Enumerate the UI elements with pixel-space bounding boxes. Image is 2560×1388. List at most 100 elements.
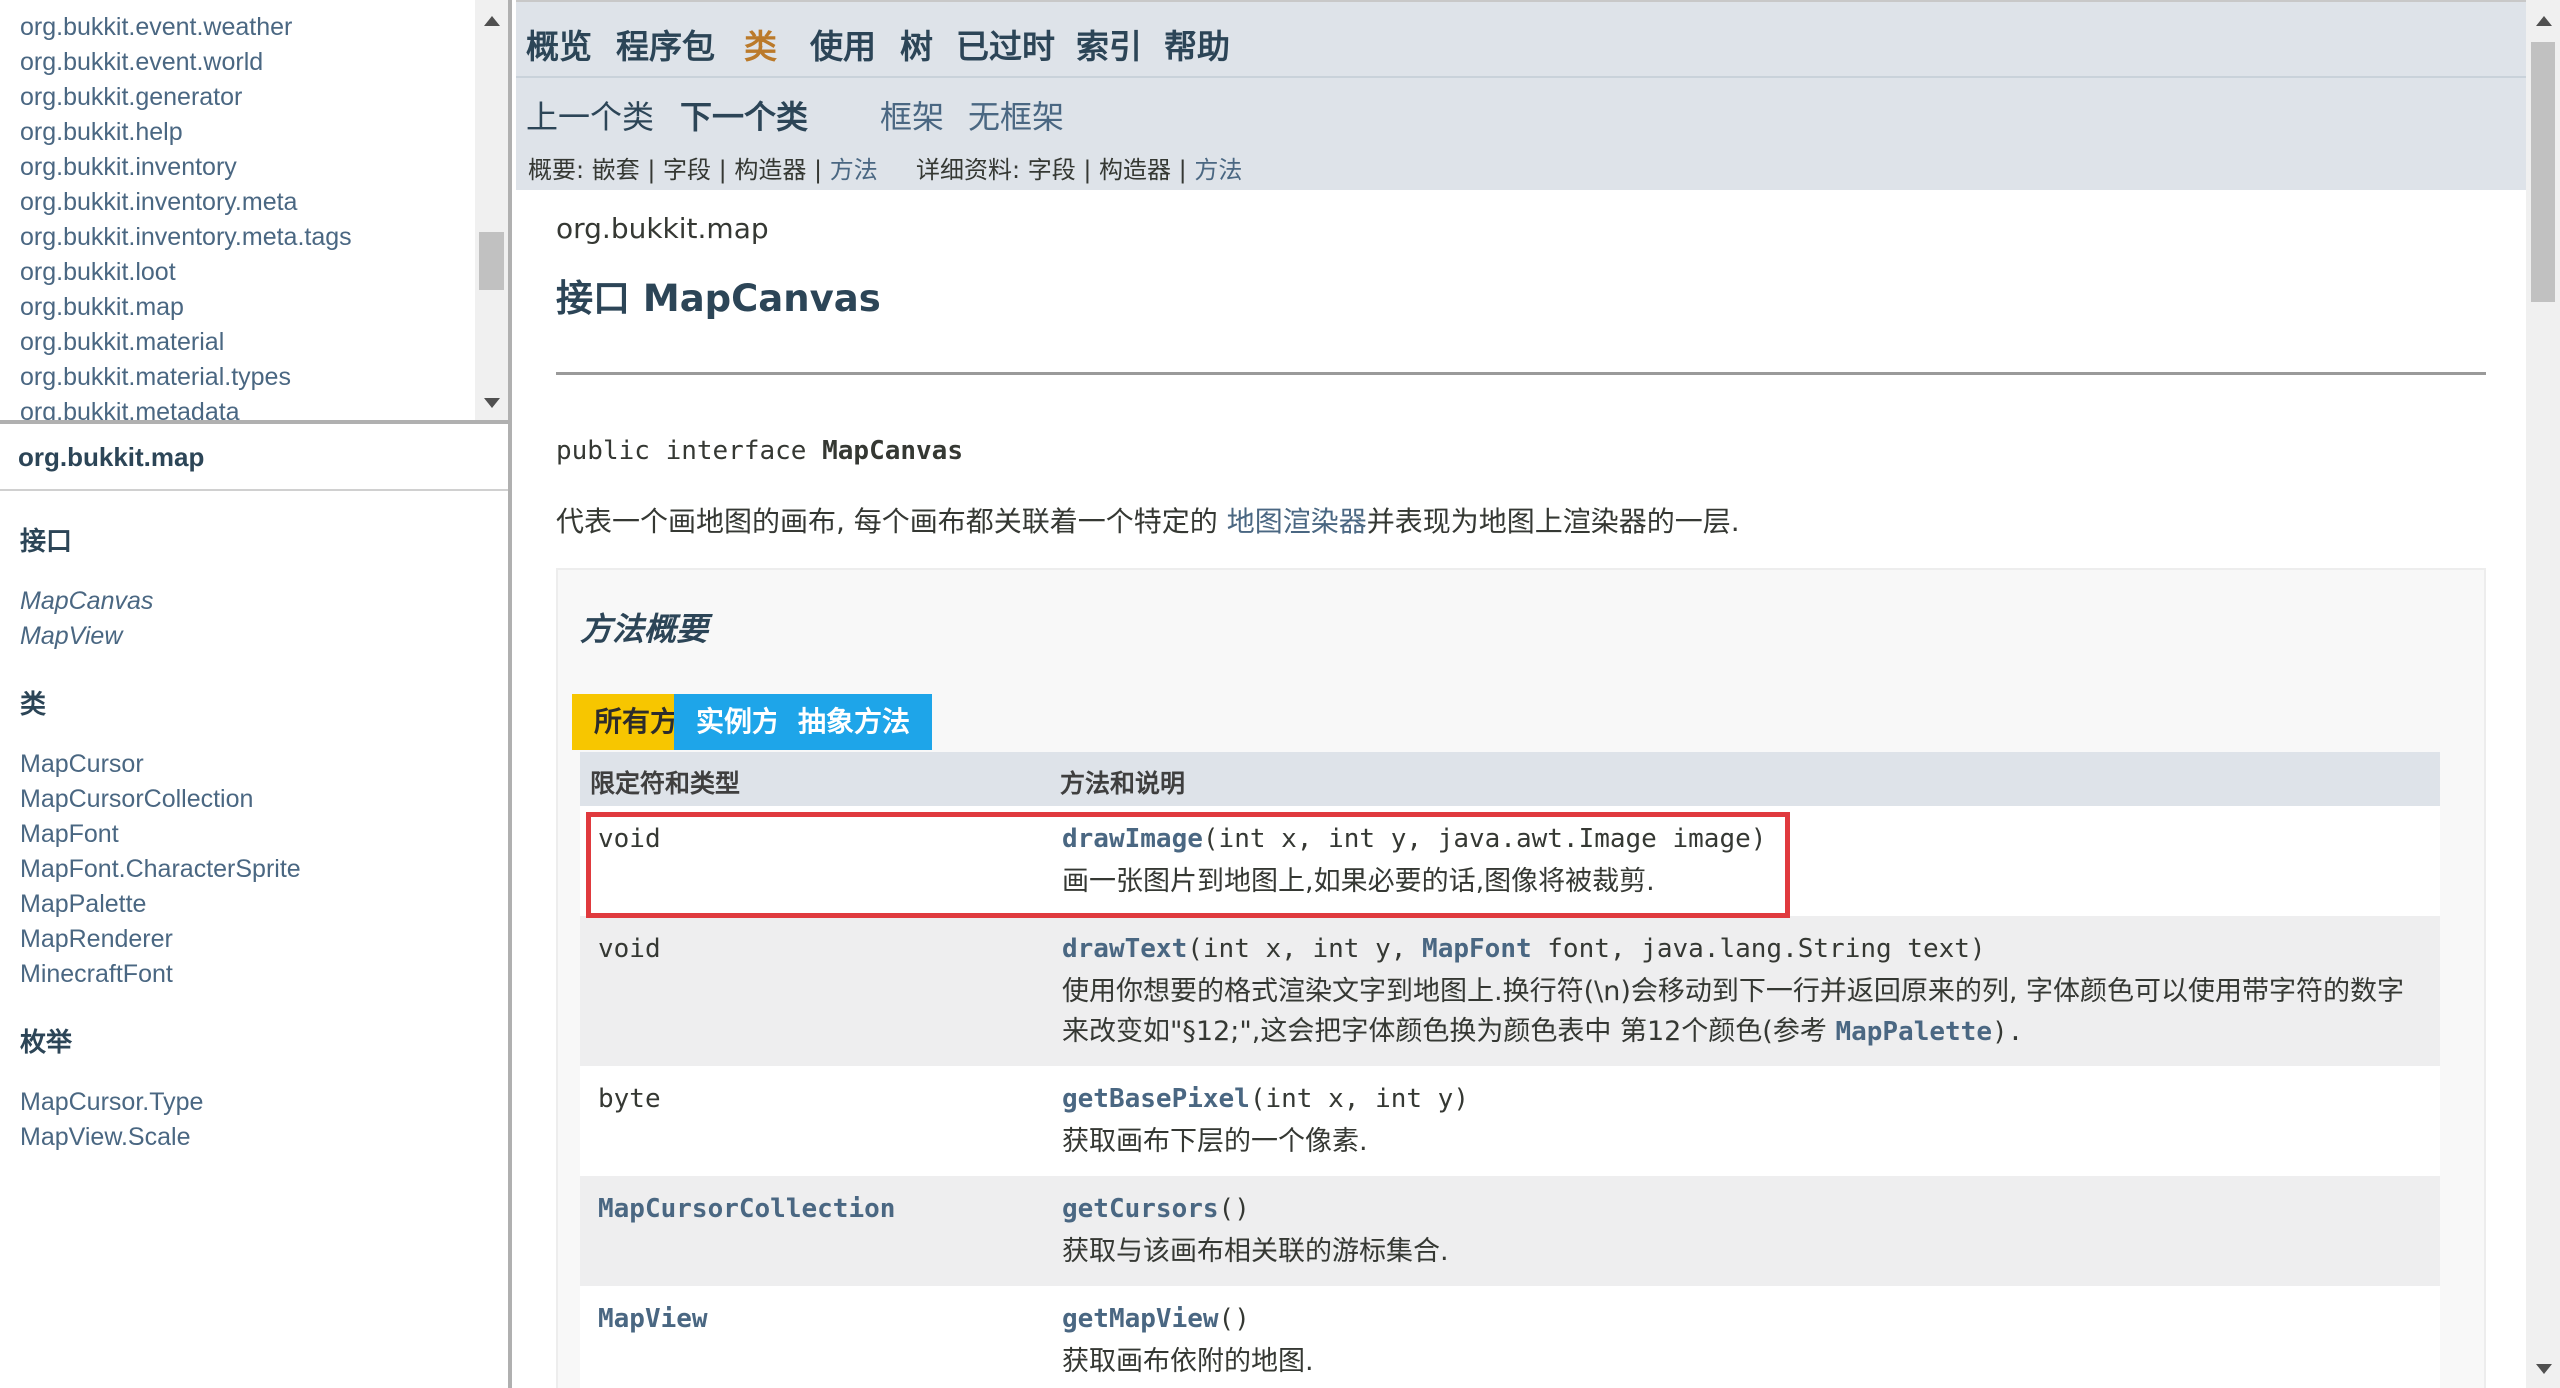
method-link-getbasepixel[interactable]: getBasePixel <box>1062 1084 1250 1114</box>
description-text: 代表一个画地图的画布, 每个画布都关联着一个特定的 <box>556 505 1227 538</box>
table-row: void drawText(int x, int y, MapFont font… <box>580 916 2440 1066</box>
method-description: 获取画布依附的地图. <box>1062 1346 1314 1377</box>
scroll-down-arrow-icon[interactable] <box>484 398 500 408</box>
summary-links: 概要: 嵌套 | 字段 | 构造器 | 方法 <box>528 150 878 185</box>
method-description-text: 使用你想要的格式渲染文字到地图上.换行符(\n)会移动到下一行并返回原来的列, … <box>1062 976 2405 1047</box>
nav-index[interactable]: 索引 <box>1076 20 1142 68</box>
package-frame-title[interactable]: org.bukkit.map <box>0 424 508 491</box>
summary-method-link[interactable]: 方法 <box>830 156 878 184</box>
method-link-getcursors[interactable]: getCursors <box>1062 1194 1219 1224</box>
scrollbar-thumb[interactable] <box>479 232 504 290</box>
page-scrollbar[interactable] <box>2526 0 2560 1388</box>
next-class-link[interactable]: 下一个类 <box>680 92 808 138</box>
package-link[interactable]: org.bukkit.map <box>20 290 352 325</box>
classes-heading: 类 <box>20 690 47 720</box>
method-description: 获取画布下层的一个像素. <box>1062 1126 1368 1157</box>
package-link[interactable]: org.bukkit.material <box>20 325 352 360</box>
class-content-frame: 概览 程序包 类 使用 树 已过时 索引 帮助 上一个类 下一个类 框架 无框架… <box>516 0 2560 1388</box>
class-link[interactable]: MinecraftFont <box>20 957 508 992</box>
method-summary-table: 限定符和类型 方法和说明 void drawImage(int x, int y… <box>580 752 2440 1388</box>
return-type: void <box>598 824 661 854</box>
method-params: () <box>1218 1194 1250 1224</box>
class-description: 代表一个画地图的画布, 每个画布都关联着一个特定的 地图渲染器并表现为地图上渲染… <box>556 500 1740 540</box>
method-params: (int x, int y, java.awt.Image image) <box>1202 824 1767 854</box>
nav-help[interactable]: 帮助 <box>1164 20 1230 68</box>
class-signature: public interface MapCanvas <box>556 436 963 466</box>
method-signature: getBasePixel(int x, int y) <box>1062 1084 1469 1114</box>
no-frames-link[interactable]: 无框架 <box>968 92 1064 138</box>
frames-link[interactable]: 框架 <box>880 92 944 138</box>
nav-package[interactable]: 程序包 <box>616 20 715 68</box>
method-params: (int x, int y) <box>1249 1084 1469 1114</box>
class-link[interactable]: MapFont <box>20 817 508 852</box>
interface-link-mapcanvas[interactable]: MapCanvas <box>20 584 508 619</box>
package-link[interactable]: org.bukkit.loot <box>20 255 352 290</box>
nav-overview[interactable]: 概览 <box>526 20 592 68</box>
package-link[interactable]: org.bukkit.help <box>20 115 352 150</box>
method-description-end: ). <box>1991 1017 2024 1047</box>
package-link[interactable]: org.bukkit.metadata <box>20 395 352 420</box>
method-description: 使用你想要的格式渲染文字到地图上.换行符(\n)会移动到下一行并返回原来的列, … <box>1062 972 2422 1052</box>
column-header-method: 方法和说明 <box>1060 769 1186 798</box>
method-signature: getCursors() <box>1062 1194 1250 1224</box>
nav-tree[interactable]: 树 <box>900 20 933 68</box>
class-link[interactable]: MapRenderer <box>20 922 508 957</box>
detail-method-link[interactable]: 方法 <box>1194 156 1242 184</box>
scroll-down-arrow-icon[interactable] <box>2536 1364 2552 1374</box>
page-title: 接口 MapCanvas <box>556 277 881 320</box>
class-link[interactable]: MapPalette <box>20 887 508 922</box>
return-type-link[interactable]: MapCursorCollection <box>598 1194 895 1224</box>
class-list-frame: org.bukkit.map 接口 MapCanvas MapView 类 Ma… <box>0 424 512 1388</box>
top-navbar: 概览 程序包 类 使用 树 已过时 索引 帮助 <box>516 0 2526 76</box>
interfaces-heading: 接口 <box>20 527 73 557</box>
package-link[interactable]: org.bukkit.event.world <box>20 45 352 80</box>
table-header: 限定符和类型 方法和说明 <box>580 752 2440 806</box>
scrollbar-thumb[interactable] <box>2531 42 2555 302</box>
package-list-frame: org.bukkit.event.weather org.bukkit.even… <box>0 0 512 424</box>
method-link-drawtext[interactable]: drawText <box>1062 934 1187 964</box>
package-link[interactable]: org.bukkit.event.weather <box>20 10 352 45</box>
method-signature: drawImage(int x, int y, java.awt.Image i… <box>1062 824 1766 854</box>
detail-prefix: 详细资料: 字段 | 构造器 | <box>916 156 1195 184</box>
nav-use[interactable]: 使用 <box>810 20 876 68</box>
interface-link-mapview[interactable]: MapView <box>20 619 508 654</box>
method-link-getmapview[interactable]: getMapView <box>1062 1304 1219 1334</box>
package-link[interactable]: org.bukkit.inventory.meta <box>20 185 352 220</box>
method-params: () <box>1218 1304 1250 1334</box>
scroll-up-arrow-icon[interactable] <box>484 16 500 26</box>
mapfont-type-link[interactable]: MapFont <box>1422 934 1532 964</box>
package-link[interactable]: org.bukkit.inventory <box>20 150 352 185</box>
package-link[interactable]: org.bukkit.material.types <box>20 360 352 395</box>
column-header-type: 限定符和类型 <box>590 769 741 798</box>
method-params: font, java.lang.String text) <box>1531 934 1986 964</box>
package-list: org.bukkit.event.weather org.bukkit.even… <box>20 10 352 420</box>
scroll-up-arrow-icon[interactable] <box>2536 16 2552 26</box>
method-summary-block: 方法概要 所有方法 实例方法 抽象方法 限定符和类型 方法和说明 void dr… <box>556 568 2486 1388</box>
package-label: org.bukkit.map <box>556 212 769 245</box>
package-link[interactable]: org.bukkit.generator <box>20 80 352 115</box>
nav-deprecated[interactable]: 已过时 <box>956 20 1055 68</box>
method-link-drawimage[interactable]: drawImage <box>1062 824 1203 854</box>
map-renderer-link[interactable]: 地图渲染器 <box>1227 505 1367 538</box>
class-link[interactable]: MapCursorCollection <box>20 782 508 817</box>
prev-class-link[interactable]: 上一个类 <box>526 92 654 138</box>
description-text-after: 并表现为地图上渲染器的一层. <box>1366 505 1740 538</box>
table-row: byte getBasePixel(int x, int y) 获取画布下层的一… <box>580 1066 2440 1176</box>
method-params: (int x, int y, <box>1187 934 1423 964</box>
mappalette-link[interactable]: MapPalette <box>1835 1017 1992 1047</box>
class-link[interactable]: MapFont.CharacterSprite <box>20 852 508 887</box>
class-link[interactable]: MapCursor <box>20 747 508 782</box>
enum-link[interactable]: MapCursor.Type <box>20 1085 508 1120</box>
return-type: void <box>598 934 661 964</box>
tab-abstract-methods[interactable]: 抽象方法 <box>776 694 933 750</box>
enum-link[interactable]: MapView.Scale <box>20 1120 508 1155</box>
table-row: void drawImage(int x, int y, java.awt.Im… <box>580 806 2440 916</box>
return-type: byte <box>598 1084 661 1114</box>
package-link[interactable]: org.bukkit.inventory.meta.tags <box>20 220 352 255</box>
method-signature: getMapView() <box>1062 1304 1250 1334</box>
package-list-scrollbar[interactable] <box>475 0 508 420</box>
return-type-link[interactable]: MapView <box>598 1304 708 1334</box>
method-signature: drawText(int x, int y, MapFont font, jav… <box>1062 934 1986 964</box>
divider <box>556 372 2486 375</box>
sub-navbar: 上一个类 下一个类 框架 无框架 概要: 嵌套 | 字段 | 构造器 | 方法 … <box>516 76 2526 190</box>
